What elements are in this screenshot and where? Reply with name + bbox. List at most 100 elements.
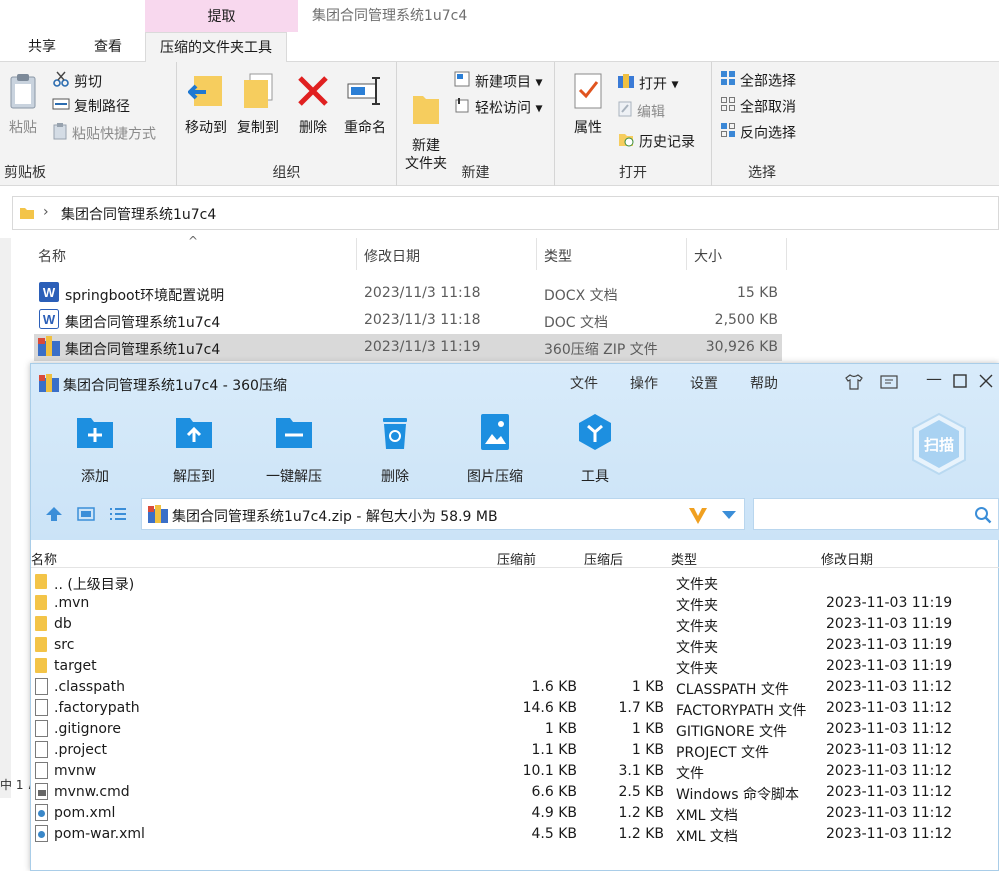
minimize-button[interactable]: — — [926, 369, 942, 388]
archive-entry-size-after: 1 KB — [631, 742, 664, 758]
address-bar[interactable]: › 集团合同管理系统1u7c4 — [12, 196, 999, 230]
file-name: 集团合同管理系统1u7c4 — [65, 315, 221, 331]
v-logo-icon[interactable] — [688, 507, 708, 525]
list-view-icon[interactable] — [109, 506, 127, 522]
copy-to-button[interactable]: 复制到 — [233, 72, 283, 137]
sort-up-icon: ^ — [188, 234, 199, 248]
select-none-button[interactable]: 全部取消 — [720, 96, 796, 118]
archive-entry-type: 文件夹 — [676, 640, 718, 656]
column-size[interactable]: 大小 — [694, 246, 722, 266]
edit-button[interactable]: 编辑 — [617, 100, 665, 122]
archive-row[interactable]: .factorypath 14.6 KB 1.7 KB FACTORYPATH 文件 2… — [31, 698, 999, 719]
column-before[interactable]: 压缩前 — [497, 549, 536, 568]
tab-extract[interactable]: 提取 — [145, 0, 298, 32]
file-row[interactable]: W springboot环境配置说明 2023/11/3 11:18 DOCX … — [34, 280, 782, 307]
archive-search-input[interactable] — [753, 498, 999, 530]
file-row-selected[interactable]: 集团合同管理系统1u7c4 2023/11/3 11:19 360压缩 ZIP … — [34, 334, 782, 361]
one-click-extract-button[interactable]: 一键解压 — [254, 412, 334, 486]
search-icon[interactable] — [974, 506, 992, 524]
copy-path-button[interactable]: 复制路径 — [52, 96, 130, 118]
archive-row[interactable]: pom-war.xml 4.5 KB 1.2 KB XML 文档 2023-11-03 … — [31, 824, 999, 845]
skin-tshirt-icon[interactable] — [845, 374, 863, 390]
archive-row[interactable]: .classpath 1.6 KB 1 KB CLASSPATH 文件 2023-11-… — [31, 677, 999, 698]
select-all-label: 全部选择 — [740, 73, 796, 90]
rename-button[interactable]: 重命名 — [339, 72, 391, 137]
menu-help[interactable]: 帮助 — [750, 373, 778, 393]
select-all-button[interactable]: 全部选择 — [720, 70, 796, 92]
history-button[interactable]: 历史记录 — [617, 130, 695, 152]
close-button[interactable] — [979, 374, 993, 388]
tab-compressed-folder-tools[interactable]: 压缩的文件夹工具 — [145, 32, 287, 63]
menu-file[interactable]: 文件 — [570, 373, 598, 393]
ribbon-tabs: 共享 查看 压缩的文件夹工具 — [0, 32, 999, 63]
tab-view[interactable]: 查看 — [94, 32, 122, 62]
archive-row[interactable]: .mvn 文件夹 2023-11-03 11:19 — [31, 593, 999, 614]
paste-button[interactable]: 粘贴 — [6, 72, 40, 137]
maximize-button[interactable] — [953, 374, 967, 388]
archive-entry-date: 2023-11-03 11:12 — [826, 805, 953, 821]
up-arrow-icon[interactable] — [45, 506, 63, 522]
scan-button[interactable]: 扫描 — [911, 412, 967, 476]
group-organize: 移动到 复制到 删除 重命名 组织 — [177, 62, 397, 186]
file-size: 30,926 KB — [705, 339, 778, 355]
column-after[interactable]: 压缩后 — [584, 549, 623, 568]
archive-row[interactable]: .gitignore 1 KB 1 KB GITIGNORE 文件 2023-11-03… — [31, 719, 999, 740]
add-folder-icon — [77, 418, 113, 448]
dropdown-arrow-icon[interactable] — [722, 511, 736, 519]
group-label-organize: 组织 — [272, 165, 301, 181]
group-new: 新建 文件夹 新建项目 ▾ 轻松访问 ▾ 新建 — [397, 62, 555, 186]
archive-delete-button[interactable]: 删除 — [355, 412, 435, 486]
archive-row[interactable]: .. (上级目录) 文件夹 — [31, 572, 999, 593]
column-name[interactable]: 名称 — [38, 246, 66, 266]
open-button[interactable]: 打开 ▾ — [617, 72, 678, 94]
cut-button[interactable]: 剪切 — [52, 70, 102, 92]
delete-button[interactable]: 删除 — [291, 72, 335, 137]
archive-path-field[interactable]: 集团合同管理系统1u7c4.zip - 解包大小为 58.9 MB — [141, 498, 745, 530]
chevron-right-icon[interactable]: › — [43, 204, 49, 220]
address-path[interactable]: 集团合同管理系统1u7c4 — [61, 204, 216, 224]
menu-settings[interactable]: 设置 — [690, 373, 718, 393]
column-modified[interactable]: 修改日期 — [821, 549, 873, 568]
file-icon — [35, 741, 48, 758]
archive-window-title: 集团合同管理系统1u7c4 - 360压缩 — [63, 378, 287, 394]
archive-row[interactable]: .project 1.1 KB 1 KB PROJECT 文件 2023-11-03 1… — [31, 740, 999, 761]
thumbnail-view-icon[interactable] — [77, 506, 95, 522]
column-date[interactable]: 修改日期 — [364, 246, 420, 266]
file-row[interactable]: W 集团合同管理系统1u7c4 2023/11/3 11:18 DOC 文档 2… — [34, 307, 782, 334]
new-item-button[interactable]: 新建项目 ▾ — [453, 70, 542, 92]
paste-shortcut-button[interactable]: 粘贴快捷方式 — [52, 122, 156, 144]
tab-share[interactable]: 共享 — [28, 32, 56, 62]
invert-selection-icon — [720, 122, 736, 145]
tools-button[interactable]: 工具 — [555, 412, 635, 486]
menu-action[interactable]: 操作 — [630, 373, 658, 393]
archive-row[interactable]: db 文件夹 2023-11-03 11:19 — [31, 614, 999, 635]
image-compress-button[interactable]: 图片压缩 — [455, 412, 535, 486]
extract-to-button[interactable]: 解压到 — [154, 412, 234, 486]
folder-icon — [20, 208, 34, 219]
archive-row[interactable]: mvnw 10.1 KB 3.1 KB 文件 2023-11-03 11:12 — [31, 761, 999, 782]
column-type[interactable]: 类型 — [671, 549, 697, 568]
archive-entry-name: .mvn — [54, 595, 90, 611]
folder-icon — [35, 595, 47, 610]
properties-button[interactable]: 属性 — [563, 72, 613, 137]
archive-entry-size-after: 1 KB — [631, 679, 664, 695]
archive-row[interactable]: target 文件夹 2023-11-03 11:19 — [31, 656, 999, 677]
archive-row[interactable]: mvnw.cmd 6.6 KB 2.5 KB Windows 命令脚本 2023-11-… — [31, 782, 999, 803]
archive-row[interactable]: pom.xml 4.9 KB 1.2 KB XML 文档 2023-11-03 11:1… — [31, 803, 999, 824]
feedback-icon[interactable] — [880, 375, 898, 389]
archive-entry-date: 2023-11-03 11:19 — [826, 637, 953, 653]
column-name[interactable]: 名称 — [31, 549, 57, 568]
invert-selection-button[interactable]: 反向选择 — [720, 122, 796, 144]
archive-entry-date: 2023-11-03 11:12 — [826, 700, 953, 716]
navigation-pane-scrollbar[interactable] — [0, 238, 11, 798]
archive-entry-name: mvnw.cmd — [54, 784, 130, 800]
ribbon: 粘贴 剪切 复制路径 粘贴快捷方式 剪贴板 移动到 复制到 删除 重命名 组织 … — [0, 62, 999, 186]
history-label: 历史记录 — [639, 134, 695, 151]
move-to-button[interactable]: 移动到 — [181, 72, 231, 137]
delete-x-icon — [298, 76, 328, 106]
archive-row[interactable]: src 文件夹 2023-11-03 11:19 — [31, 635, 999, 656]
file-name: 集团合同管理系统1u7c4 — [65, 342, 221, 358]
column-type[interactable]: 类型 — [544, 246, 572, 266]
add-button[interactable]: 添加 — [55, 412, 135, 486]
easy-access-button[interactable]: 轻松访问 ▾ — [453, 96, 542, 118]
